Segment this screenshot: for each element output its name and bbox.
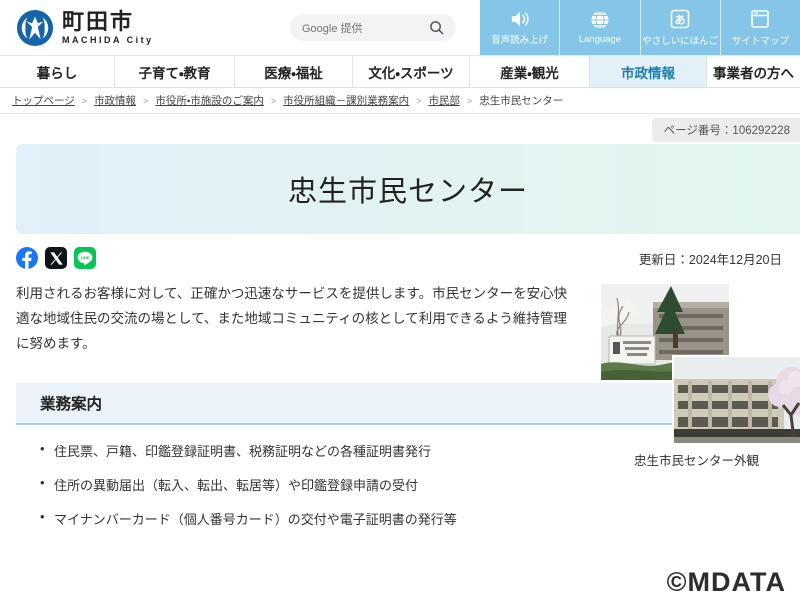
facebook-icon xyxy=(16,247,38,269)
machida-emblem-icon xyxy=(16,9,54,47)
site-search-input[interactable]: Google 提供 xyxy=(290,14,456,41)
main-content: 利用されるお客様に対して、正確かつ迅速なサービスを提供します。市民センターを安心… xyxy=(16,282,800,357)
easy-japanese-button[interactable]: あ やさしいにほんご xyxy=(641,0,721,55)
share-row: LINE 更新日：2024年12月20日 xyxy=(16,246,784,270)
page-title-banner: 忠生市民センター xyxy=(16,144,800,234)
line-share-button[interactable]: LINE xyxy=(74,247,96,269)
sitemap-button[interactable]: サイトマップ xyxy=(721,0,800,55)
breadcrumb-current: 忠生市民センター xyxy=(479,93,563,108)
breadcrumb-separator: > xyxy=(143,96,148,106)
breadcrumb-link-shiyakusho[interactable]: 市役所・市施設のご案内 xyxy=(155,93,264,108)
facility-photo-sakura xyxy=(672,355,800,445)
x-icon xyxy=(50,252,63,265)
line-icon: LINE xyxy=(76,249,94,267)
nav-item-sangyo[interactable]: 産業・観光 xyxy=(470,56,590,87)
mdata-watermark: ©MDATA xyxy=(667,567,786,598)
sitemap-icon xyxy=(750,9,770,29)
easy-japanese-label: やさしいにほんご xyxy=(642,33,718,47)
speaker-icon xyxy=(509,10,531,28)
breadcrumb: トップページ > 市政情報 > 市役所・市施設のご案内 > 市役所組織－課別業務… xyxy=(0,88,800,114)
breadcrumb-link-shisei[interactable]: 市政情報 xyxy=(94,93,136,108)
site-header: 町田市 MACHIDA City Google 提供 音声読み上げ xyxy=(0,0,800,55)
sitemap-label: サイトマップ xyxy=(732,33,789,47)
machida-city-logo[interactable]: 町田市 MACHIDA City xyxy=(0,9,154,47)
language-button[interactable]: Language xyxy=(560,0,640,55)
voice-readout-label: 音声読み上げ xyxy=(491,32,548,46)
nav-item-kosodate[interactable]: 子育て・教育 xyxy=(115,56,235,87)
x-share-button[interactable] xyxy=(45,247,67,269)
nav-item-bunka[interactable]: 文化・スポーツ xyxy=(353,56,470,87)
hiragana-a-icon: あ xyxy=(670,9,690,29)
breadcrumb-link-shiminbu[interactable]: 市民部 xyxy=(428,93,460,108)
page-number-row: ページ番号：106292228 xyxy=(0,114,800,144)
facebook-share-button[interactable] xyxy=(16,247,38,269)
breadcrumb-separator: > xyxy=(271,96,276,106)
nav-item-jigyosha[interactable]: 事業者の方へ xyxy=(707,56,800,87)
updated-date: 更新日：2024年12月20日 xyxy=(639,249,782,268)
page-title: 忠生市民センター xyxy=(288,168,528,210)
language-label: Language xyxy=(579,34,621,45)
breadcrumb-link-soshiki[interactable]: 市役所組織－課別業務案内 xyxy=(283,93,409,108)
intro-paragraph: 利用されるお客様に対して、正確かつ迅速なサービスを提供します。市民センターを安心… xyxy=(16,282,578,357)
service-list: 住民票、戸籍、印鑑登録証明書、税務証明などの各種証明書発行 住所の異動届出（転入… xyxy=(40,441,800,528)
globe-icon xyxy=(590,10,610,30)
breadcrumb-link-top[interactable]: トップページ xyxy=(12,93,75,108)
city-name-en: MACHIDA City xyxy=(62,35,154,45)
nav-item-iryo[interactable]: 医療・福祉 xyxy=(235,56,353,87)
city-name-ja: 町田市 xyxy=(62,10,154,34)
utility-bar: 音声読み上げ Language あ やさしいにほんご xyxy=(480,0,800,55)
nav-item-shisei-active[interactable]: 市政情報 xyxy=(590,56,707,87)
service-item-mynumber: マイナンバーカード（個人番号カード）の交付や電子証明書の発行等 xyxy=(40,509,800,528)
voice-readout-button[interactable]: 音声読み上げ xyxy=(480,0,560,55)
page-number-badge: ページ番号：106292228 xyxy=(652,118,800,142)
svg-text:あ: あ xyxy=(675,13,686,26)
breadcrumb-separator: > xyxy=(467,96,472,106)
service-item-certificates: 住民票、戸籍、印鑑登録証明書、税務証明などの各種証明書発行 xyxy=(40,441,800,460)
search-icon[interactable] xyxy=(429,20,444,35)
breadcrumb-separator: > xyxy=(416,96,421,106)
global-nav: 暮らし 子育て・教育 医療・福祉 文化・スポーツ 産業・観光 市政情報 事業者の… xyxy=(0,55,800,88)
nav-item-kurashi[interactable]: 暮らし xyxy=(0,56,115,87)
svg-text:LINE: LINE xyxy=(81,256,90,260)
search-provider-label: Google 提供 xyxy=(302,20,363,36)
service-item-address: 住所の異動届出（転入、転出、転居等）や印鑑登録申請の受付 xyxy=(40,475,800,494)
breadcrumb-separator: > xyxy=(82,96,87,106)
